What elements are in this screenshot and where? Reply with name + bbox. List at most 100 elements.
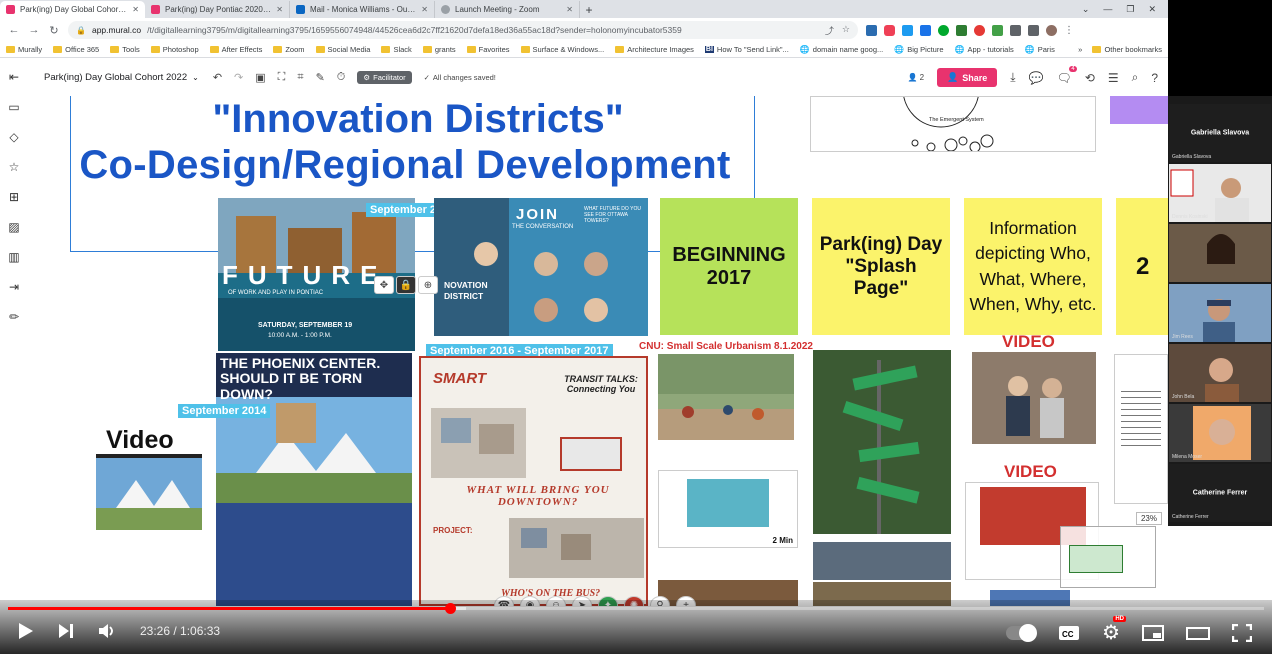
browser-tab-4[interactable]: Launch Meeting - Zoom ✕: [435, 1, 580, 18]
bookmark-item[interactable]: Murally: [6, 45, 42, 54]
bookmark-item[interactable]: Office 365: [53, 45, 99, 54]
settings-gear-icon[interactable]: ⚙ HD: [1102, 616, 1126, 645]
facilitator-button[interactable]: ⚙ Facilitator: [357, 71, 412, 84]
miniplayer-icon[interactable]: [1142, 624, 1164, 641]
timer-icon[interactable]: ⏱: [337, 71, 346, 84]
profile-avatar-icon[interactable]: [1046, 24, 1057, 36]
bookmark-item[interactable]: grants: [422, 45, 456, 54]
zoom-in-icon[interactable]: ⊕: [418, 276, 438, 294]
move-icon[interactable]: ✥: [374, 276, 394, 294]
bookmark-item[interactable]: 🌐 domain name goog...: [800, 45, 883, 54]
browser-tab-2[interactable]: Park(ing) Day Pontiac 2020 • Digital Lea…: [145, 1, 290, 18]
bookmark-item[interactable]: Photoshop: [150, 45, 199, 54]
bookmark-item[interactable]: Zoom: [273, 45, 305, 54]
bookmark-item[interactable]: 🌐 Big Picture: [894, 45, 943, 54]
zoom-level[interactable]: 23%: [1135, 512, 1162, 525]
browser-tab-3[interactable]: Mail - Monica Williams - Outlook ✕: [290, 1, 435, 18]
participant-tile[interactable]: Dennis Kosinski: [1169, 164, 1271, 222]
sticky-partial[interactable]: 2: [1116, 198, 1168, 335]
progress-bar[interactable]: [8, 603, 1264, 614]
street-signs-photo[interactable]: [813, 350, 951, 534]
bookmark-item[interactable]: Architecture Images: [615, 45, 694, 54]
share-button[interactable]: 👤 Share: [937, 68, 998, 87]
sticky-beginning-2017[interactable]: BEGINNING 2017: [660, 198, 798, 335]
extension-icon[interactable]: [956, 24, 967, 36]
pocket-icon[interactable]: [884, 24, 895, 36]
participant-tile[interactable]: Jim Rees: [1169, 284, 1271, 342]
participant-tile[interactable]: Catherine Ferrer Catherine Ferrer: [1169, 464, 1271, 522]
participant-tile[interactable]: Gabriella Slavova Gabriella Slavova: [1169, 104, 1271, 162]
help-icon[interactable]: ?: [1151, 71, 1158, 85]
sidebar-icon[interactable]: [1028, 24, 1039, 36]
reload-icon[interactable]: ↻: [48, 24, 60, 37]
bookmark-item[interactable]: After Effects: [209, 45, 262, 54]
puzzle-icon[interactable]: [1010, 24, 1021, 36]
crop-icon[interactable]: ⌗: [297, 71, 303, 84]
collapse-sidebar-icon[interactable]: ⇤: [9, 70, 19, 84]
bookmark-item[interactable]: 🌐 Paris: [1025, 45, 1055, 54]
extension-icon[interactable]: [974, 24, 985, 36]
minimize-icon[interactable]: —: [1103, 4, 1112, 14]
video-right-top-photo[interactable]: [972, 352, 1096, 444]
play-icon[interactable]: [18, 622, 34, 640]
new-tab-button[interactable]: +: [580, 1, 598, 18]
url-input[interactable]: 🔒 app.mural.co/t/digitallearning3795/m/d…: [68, 21, 858, 39]
library-icon[interactable]: ▥: [8, 250, 19, 264]
undo-icon[interactable]: ↶: [213, 71, 222, 84]
mural-canvas[interactable]: "Innovation Districts" Co-Design/Regiona…: [28, 96, 1168, 606]
participant-tile[interactable]: John Bela: [1169, 344, 1271, 402]
bookmark-item[interactable]: Surface & Windows...: [520, 45, 604, 54]
menu-dots-icon[interactable]: ⋮: [1064, 25, 1074, 36]
smart-transit-poster[interactable]: SMART TRANSIT TALKS: Connecting You WHAT…: [419, 356, 648, 606]
sticky-splash-page[interactable]: Park(ing) Day "Splash Page": [812, 198, 950, 335]
bookmark-item[interactable]: Social Media: [315, 45, 370, 54]
notifications-button[interactable]: 🗨 4: [1057, 65, 1077, 85]
other-bookmarks[interactable]: » Other bookmarks: [1078, 45, 1162, 54]
outline-icon[interactable]: ☰: [1108, 71, 1119, 85]
format-icon[interactable]: ✎: [316, 71, 325, 84]
next-icon[interactable]: [58, 623, 74, 639]
phoenix-center-poster[interactable]: THE PHOENIX CENTER. SHOULD IT BE TORN DO…: [216, 353, 412, 606]
bookmark-item[interactable]: Favorites: [466, 45, 510, 54]
redo-icon[interactable]: ↷: [234, 71, 243, 84]
draw-pen-icon[interactable]: ✏: [9, 310, 19, 324]
shapes-icon[interactable]: ◇: [9, 130, 18, 144]
purple-card[interactable]: [1110, 96, 1168, 124]
upload-icon[interactable]: ⇥: [9, 280, 19, 294]
comments-icon[interactable]: 💬: [1029, 71, 1044, 85]
restore-icon[interactable]: ❐: [1126, 4, 1134, 15]
icons-star-icon[interactable]: ☆: [9, 160, 20, 174]
lock-icon[interactable]: 🔒: [396, 276, 416, 294]
board-title-dropdown[interactable]: Park(ing) Day Global Cohort 2022 ⌄: [44, 72, 199, 83]
tag-september-2014[interactable]: September 2014: [178, 404, 271, 418]
emergent-system-sketch[interactable]: The Emergent System: [810, 96, 1096, 152]
sticky-information[interactable]: Information depicting Who, What, Where, …: [964, 198, 1102, 335]
forward-icon[interactable]: →: [28, 24, 40, 36]
bookmark-item[interactable]: BI How To "Send Link"...: [704, 45, 789, 54]
fullscreen-icon[interactable]: [1232, 623, 1252, 642]
evernote-icon[interactable]: [938, 24, 949, 36]
cnu-street-photo[interactable]: [658, 354, 794, 440]
share-page-icon[interactable]: ⤴: [825, 24, 834, 37]
search-icon[interactable]: ⌕: [1132, 70, 1139, 85]
bookmark-item[interactable]: 🌐 App - tutorials: [955, 45, 1014, 54]
pontiac-document[interactable]: [1114, 354, 1168, 504]
extension-icon[interactable]: [902, 24, 913, 36]
collaborators-button[interactable]: 👤 2: [908, 73, 924, 82]
sticky-note-icon[interactable]: ▭: [8, 100, 19, 114]
captions-icon[interactable]: CC: [1058, 625, 1080, 641]
download-icon[interactable]: ⤓: [1010, 70, 1015, 85]
bookmark-item[interactable]: Slack: [381, 45, 412, 54]
activity-icon[interactable]: ⟲: [1085, 71, 1095, 85]
volume-icon[interactable]: [98, 623, 116, 639]
bookmark-star-icon[interactable]: ☆: [842, 24, 850, 37]
extension-icon[interactable]: [992, 24, 1003, 36]
close-tab-icon[interactable]: ✕: [566, 5, 573, 14]
frame-icon[interactable]: ▣: [255, 71, 265, 84]
extension-icon[interactable]: [866, 24, 877, 36]
close-window-icon[interactable]: ✕: [1148, 4, 1156, 15]
tab-search-icon[interactable]: ⌄: [1082, 4, 1090, 15]
extension-icon[interactable]: [920, 24, 931, 36]
minimap[interactable]: [1060, 526, 1156, 588]
close-tab-icon[interactable]: ✕: [132, 5, 139, 14]
